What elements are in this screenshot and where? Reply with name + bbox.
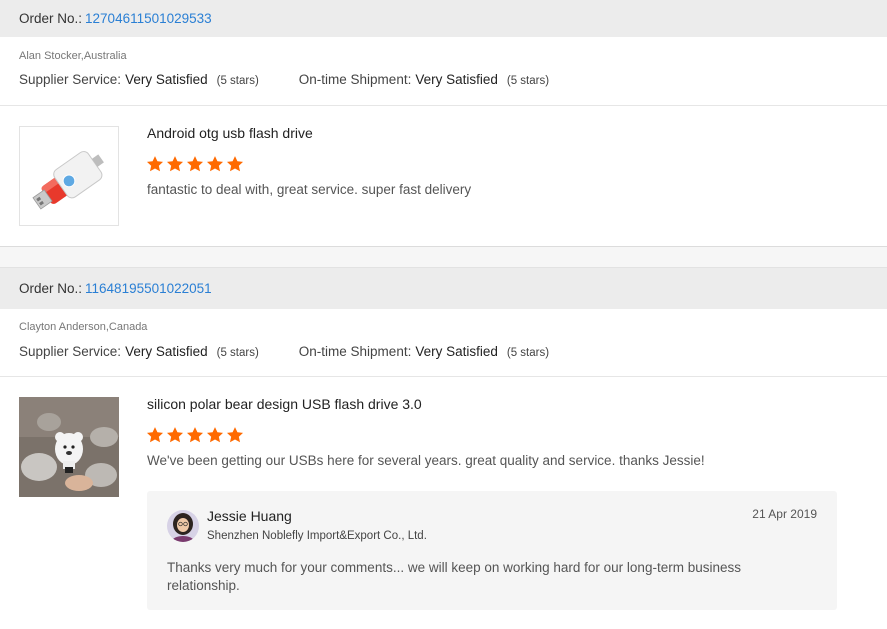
star-icon (226, 156, 244, 172)
ratings-row: Supplier Service: Very Satisfied (5 star… (19, 72, 549, 87)
shipment-value: Very Satisfied (415, 72, 498, 87)
star-icon (206, 427, 224, 443)
order-header: Order No.: 11648195501022051 (0, 267, 887, 309)
buyer-name: Clayton Anderson,Canada (19, 321, 148, 333)
order-label: Order No.: (19, 281, 83, 296)
shipment-label: On-time Shipment: (298, 344, 412, 359)
star-icon (166, 156, 184, 172)
shipment-stars: (5 stars) (506, 347, 550, 359)
supplier-service-value: Very Satisfied (125, 344, 208, 359)
star-icon (226, 427, 244, 443)
supplier-service-value: Very Satisfied (125, 72, 208, 87)
order-number-link[interactable]: 11648195501022051 (85, 281, 212, 296)
star-icon (146, 156, 164, 172)
star-icon (186, 427, 204, 443)
star-rating (146, 426, 244, 444)
red-usb-flash-drive-image (20, 127, 118, 225)
buyer-block: Clayton Anderson,Canada Supplier Service… (0, 309, 887, 377)
reply-company: Shenzhen Noblefly Import&Export Co., Ltd… (207, 530, 427, 542)
avatar (167, 510, 199, 542)
reply-text: Thanks very much for your comments... we… (167, 560, 741, 593)
product-thumbnail[interactable] (19, 397, 119, 497)
shipment-stars: (5 stars) (506, 75, 550, 87)
supplier-reply: Jessie Huang Shenzhen Noblefly Import&Ex… (147, 491, 837, 610)
shipment-label: On-time Shipment: (298, 72, 412, 87)
star-icon (166, 427, 184, 443)
buyer-block: Alan Stocker,Australia Supplier Service:… (0, 37, 887, 106)
order-label: Order No.: (19, 11, 83, 26)
shipment-value: Very Satisfied (415, 344, 498, 359)
product-thumbnail[interactable] (19, 126, 119, 226)
product-title[interactable]: silicon polar bear design USB flash driv… (147, 396, 422, 412)
order-separator (0, 247, 887, 267)
star-icon (186, 156, 204, 172)
review-text: We've been getting our USBs here for sev… (147, 453, 705, 468)
star-icon (146, 427, 164, 443)
star-rating (146, 155, 244, 173)
supplier-service-label: Supplier Service: (19, 344, 122, 359)
reply-author-name: Jessie Huang (207, 508, 292, 524)
order-header: Order No.: 12704611501029533 (0, 0, 887, 37)
star-icon (206, 156, 224, 172)
ratings-row: Supplier Service: Very Satisfied (5 star… (19, 344, 549, 359)
supplier-service-stars: (5 stars) (216, 75, 259, 87)
buyer-name: Alan Stocker,Australia (19, 50, 127, 62)
order-number-link[interactable]: 12704611501029533 (85, 11, 212, 26)
supplier-service-label: Supplier Service: (19, 72, 122, 87)
product-title[interactable]: Android otg usb flash drive (147, 125, 313, 141)
reply-date: 21 Apr 2019 (752, 507, 817, 521)
review-text: fantastic to deal with, great service. s… (147, 182, 472, 197)
supplier-service-stars: (5 stars) (216, 347, 259, 359)
polar-bear-usb-image (19, 397, 119, 497)
supplier-avatar-icon (167, 510, 199, 542)
